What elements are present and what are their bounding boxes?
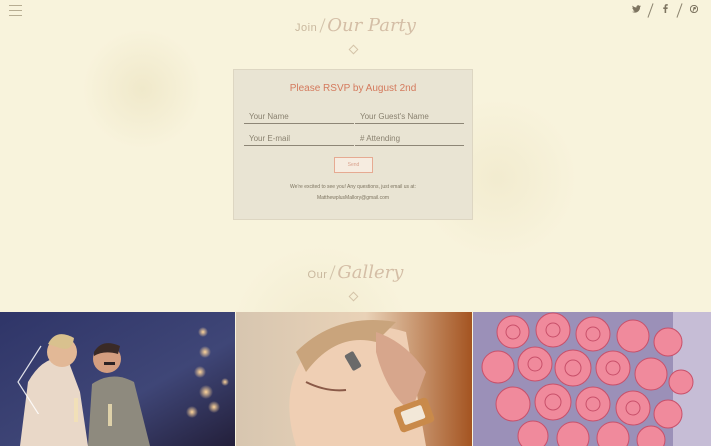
diamond-ornament-icon xyxy=(348,44,359,55)
gallery-section-title: Our Gallery xyxy=(0,262,711,283)
gallery-title-plain: Our xyxy=(307,269,328,281)
party-title-script: Our Party xyxy=(327,15,416,36)
gallery-prev-arrow-icon[interactable] xyxy=(15,344,45,414)
pink-roses-bouquet-photo[interactable] xyxy=(473,312,711,446)
guest-name-input[interactable] xyxy=(355,110,464,124)
email-input[interactable] xyxy=(244,132,354,146)
rsvp-form: Please RSVP by August 2nd Send We're exc… xyxy=(233,69,473,220)
name-input[interactable] xyxy=(244,110,354,124)
gallery xyxy=(0,312,711,446)
rsvp-heading: Please RSVP by August 2nd xyxy=(289,83,417,94)
diamond-ornament-icon xyxy=(348,291,359,302)
rsvp-note: We're excited to see you! Any questions,… xyxy=(290,184,416,190)
party-section-title: Join Our Party xyxy=(0,15,711,36)
party-title-plain: Join xyxy=(295,22,318,34)
attending-input[interactable] xyxy=(355,132,464,146)
send-button[interactable]: Send xyxy=(334,157,373,173)
contact-email: MatthewplusMallory@gmail.com xyxy=(316,195,390,201)
gallery-title-script: Gallery xyxy=(337,262,404,283)
bride-closeup-photo[interactable] xyxy=(236,312,472,446)
